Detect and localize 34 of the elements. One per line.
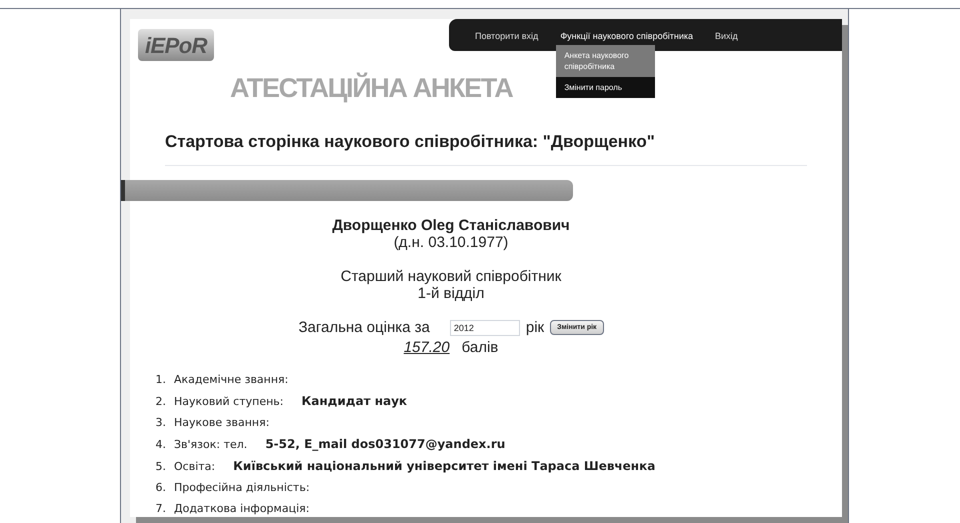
field-value: Київський національний університет імені Тараса Шевченка <box>233 458 656 474</box>
score-unit: балів <box>462 339 498 356</box>
item-number: 6. <box>154 480 167 496</box>
item-number: 4. <box>154 437 167 453</box>
field-label: Професійна діяльність: <box>174 480 310 496</box>
score-value: 157.20 <box>404 339 451 356</box>
item-number: 5. <box>154 459 167 475</box>
field-value: 5-52, E_mail dos031077@yandex.ru <box>265 436 506 452</box>
field-value: Кандидат наук <box>301 393 408 409</box>
nav-link[interactable]: Вихід <box>715 31 738 41</box>
item-number: 3. <box>154 415 167 431</box>
field-label: Наукове звання: <box>174 415 270 431</box>
logo: iEPoR <box>138 29 214 61</box>
year-unit: рік <box>526 318 544 338</box>
field-label: Додаткова інформація: <box>174 501 310 517</box>
field-label: Зв'язок: тел. <box>174 437 248 453</box>
birth-date: (д.н. 03.10.1977) <box>394 234 508 250</box>
menu-item[interactable]: Анкета наукового співробітника <box>556 45 656 77</box>
banner-title: АТЕСТАЦІЙНА АНКЕТА <box>230 72 512 105</box>
person-name: Дворщенко Oleg Станіславович <box>332 216 570 234</box>
item-number: 1. <box>154 372 167 388</box>
field-label: Академічне звання: <box>174 372 288 388</box>
field-label: Освіта: <box>174 459 216 475</box>
year-field[interactable]: 2012 <box>450 320 520 336</box>
score-label: Загальна оцінка за <box>298 318 430 338</box>
item-number: 7. <box>154 501 167 517</box>
position: Старший науковий співробітник <box>340 268 562 284</box>
menu-item[interactable]: Змінити пароль <box>556 77 656 98</box>
nav-link[interactable]: Повторити вхід <box>475 31 538 41</box>
department: 1-й відділ <box>418 284 484 302</box>
item-number: 2. <box>154 394 167 410</box>
nav-link[interactable]: Функції наукового співробітника <box>560 31 693 41</box>
field-label: Науковий ступень: <box>174 394 284 410</box>
page-heading: Стартова сторінка наукового співробітника: "Дворщенко" <box>165 129 807 166</box>
